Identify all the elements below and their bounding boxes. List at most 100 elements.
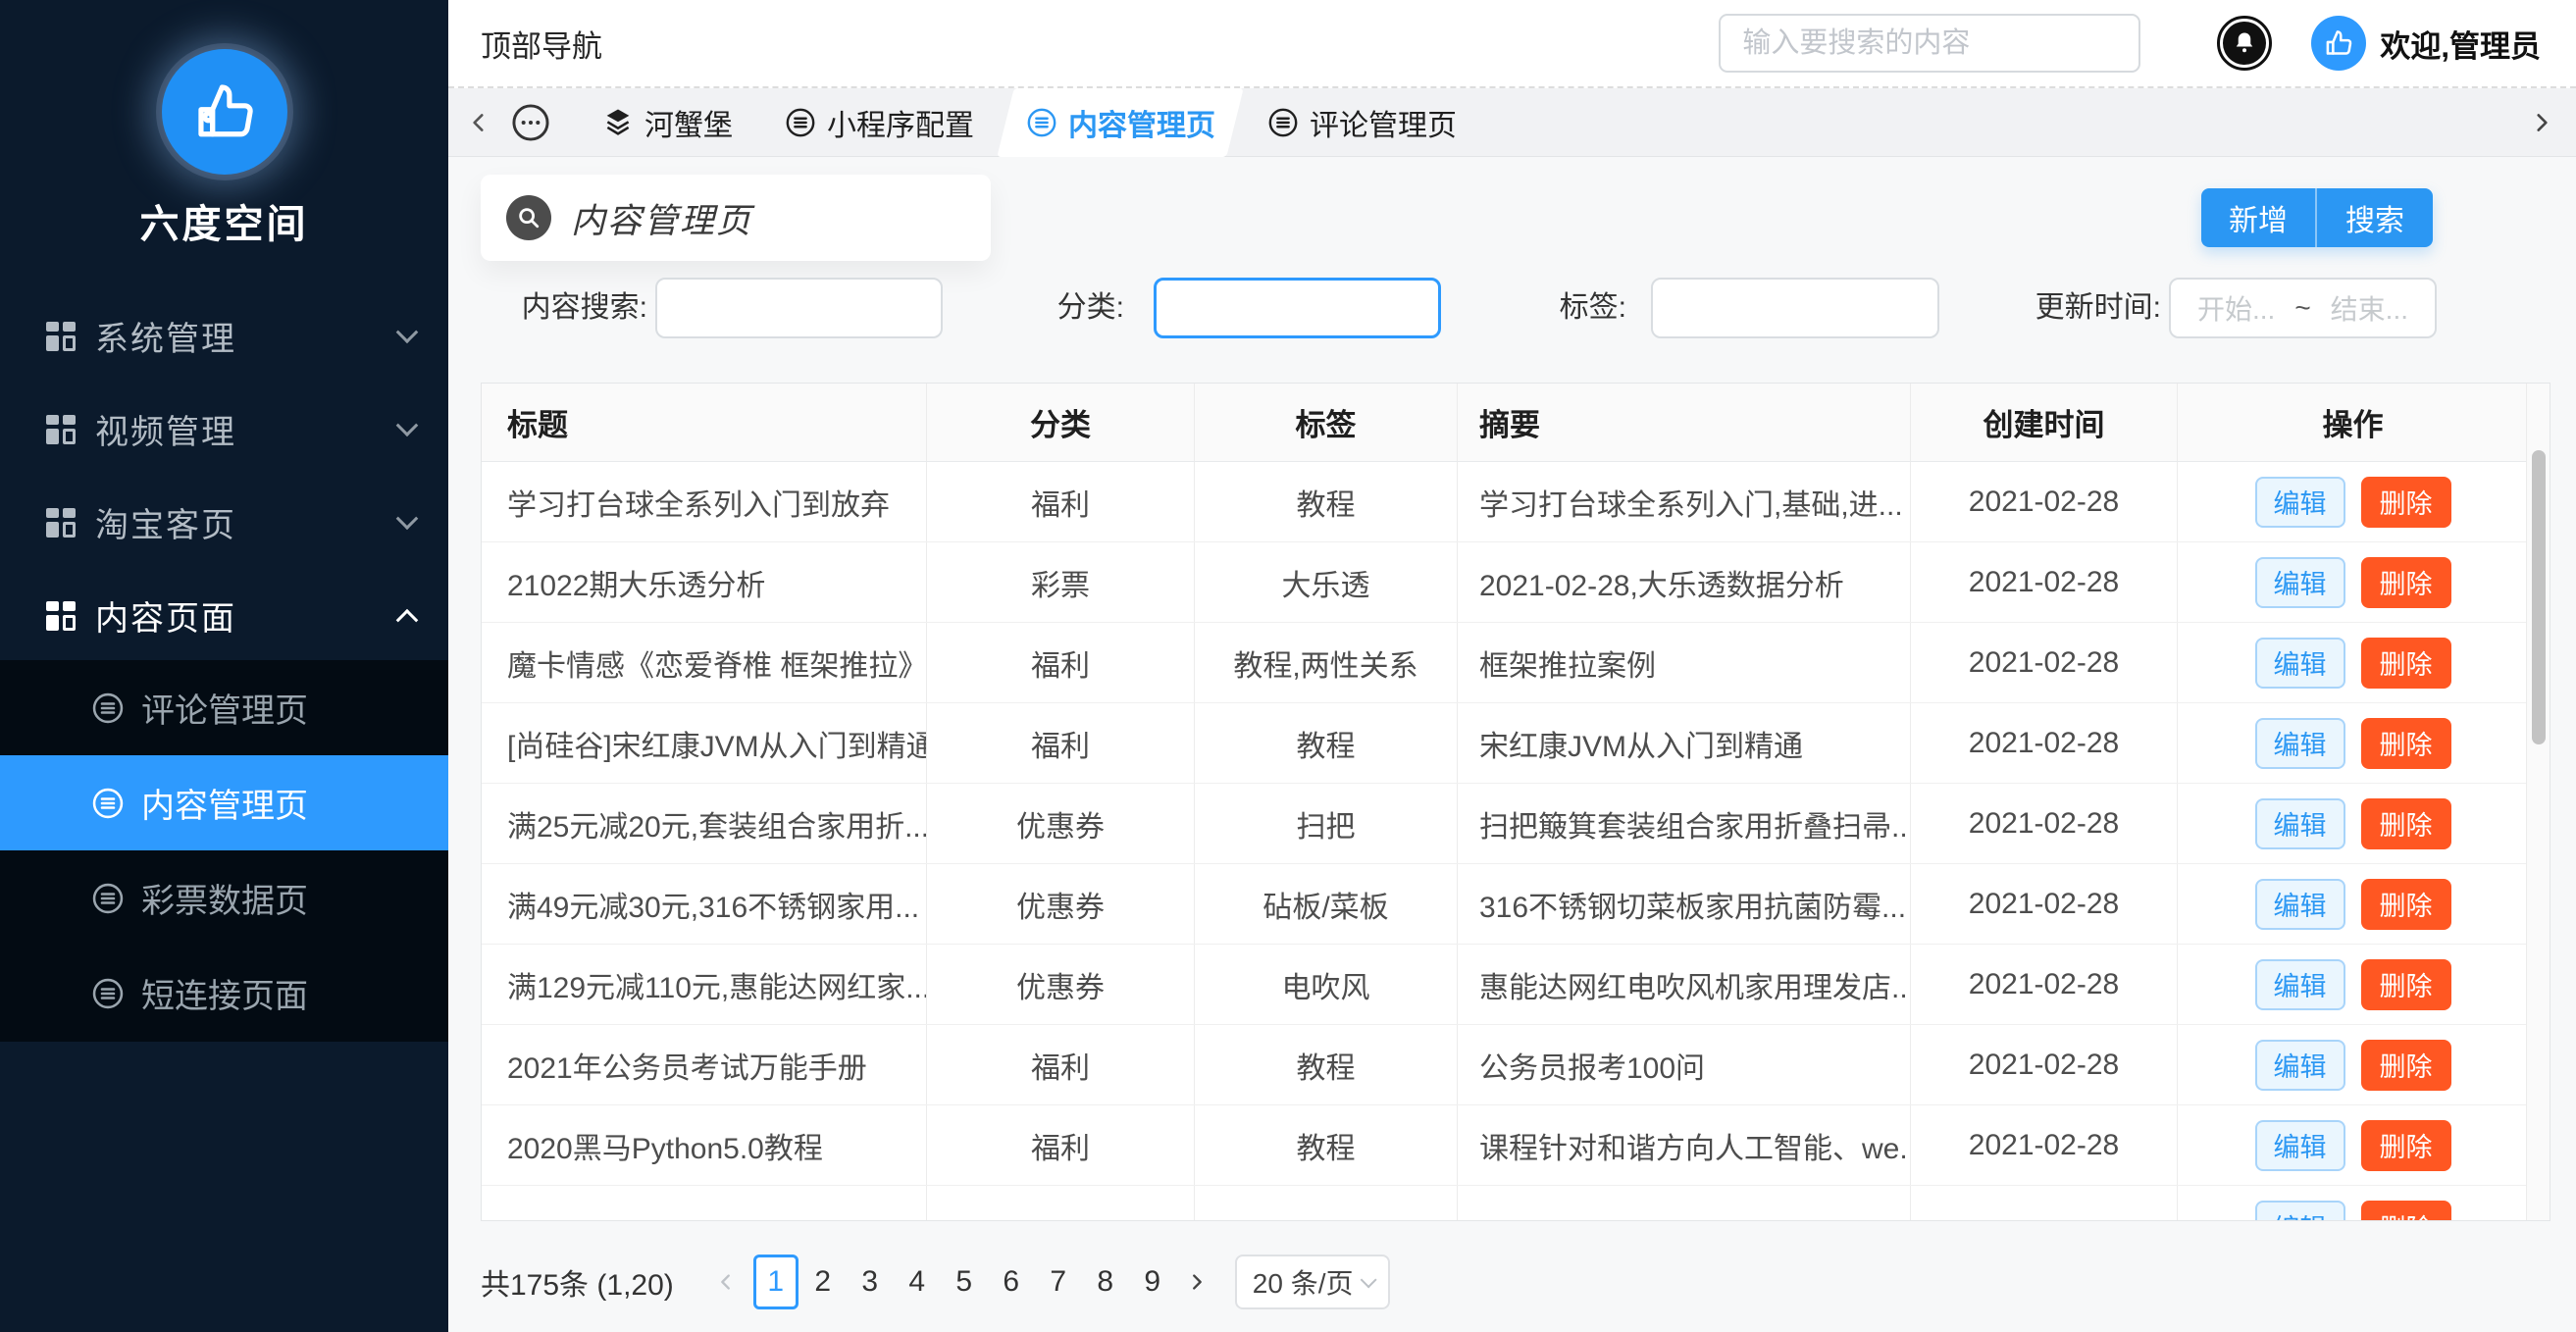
delete-button[interactable]: 删除	[2361, 638, 2451, 689]
table-row: 魔卡情感《恋爱脊椎 框架推拉》 福利 教程,两性关系 框架推拉案例 2021-0…	[482, 623, 2528, 703]
tab-label: 小程序配置	[827, 101, 974, 144]
table-row: 2020黑马Python5.0教程 福利 教程 课程针对和谐方向人工智能、we.…	[482, 1105, 2528, 1186]
edit-button[interactable]: 编辑	[2255, 557, 2345, 608]
pagination-page[interactable]: 5	[942, 1255, 987, 1309]
page-size-select[interactable]: 20 条/页	[1235, 1255, 1390, 1309]
cell-tag: 砧板/菜板	[1195, 864, 1458, 944]
edit-button[interactable]: 编辑	[2255, 879, 2345, 930]
list-circle-icon	[90, 691, 126, 726]
nav-tab[interactable]: 河蟹堡	[576, 88, 758, 157]
cell-actions: 编辑 删除	[2178, 1025, 2528, 1104]
edit-button[interactable]: 编辑	[2255, 1040, 2345, 1091]
tag-input[interactable]	[1651, 278, 1939, 338]
date-range-input[interactable]: 开始... ~ 结束...	[2169, 278, 2437, 338]
sidebar-menu-item[interactable]: 视频管理	[0, 383, 448, 476]
list-circle-icon	[1025, 106, 1058, 139]
chevron-icon	[396, 414, 419, 436]
pagination: 共175条 (1,20) 123456789 20 条/页	[481, 1254, 1390, 1310]
scrollbar-thumb[interactable]	[2532, 450, 2546, 744]
category-label: 分类:	[978, 278, 1124, 338]
page-header: 内容管理页	[481, 175, 991, 261]
cell-title: 满25元减20元,套装组合家用折...	[482, 784, 927, 863]
pagination-page[interactable]: 1	[753, 1255, 799, 1309]
sidebar-submenu-item[interactable]: 内容管理页	[0, 755, 448, 850]
nav-tab[interactable]: 评论管理页	[1241, 88, 1482, 157]
sidebar-submenu-item[interactable]: 短连接页面	[0, 946, 448, 1041]
pagination-page[interactable]: 4	[895, 1255, 940, 1309]
table-scrollbar[interactable]	[2526, 384, 2550, 1220]
delete-button[interactable]: 删除	[2361, 477, 2451, 528]
avatar[interactable]	[2311, 16, 2366, 71]
edit-button[interactable]: 编辑	[2255, 798, 2345, 849]
content-search-label: 内容搜索:	[488, 278, 647, 338]
notification-button[interactable]	[2217, 16, 2272, 71]
grid-menu-icon	[46, 322, 76, 351]
pagination-page[interactable]: 6	[989, 1255, 1034, 1309]
logo[interactable]	[0, 49, 448, 175]
pagination-page[interactable]: 3	[848, 1255, 893, 1309]
search-button[interactable]: 搜索	[2317, 188, 2433, 247]
cell-title: 满129元减110元,惠能达网红家...	[482, 945, 927, 1024]
layers-icon	[601, 106, 635, 139]
cell-actions: 编辑 删除	[2178, 784, 2528, 863]
sidebar-menu-item[interactable]: 淘宝客页	[0, 476, 448, 569]
tabs-list: 河蟹堡 小程序配置 内容管理页 评论管理页	[576, 88, 1482, 157]
tabs-scroll-left-button[interactable]	[462, 88, 495, 157]
chevron-right-icon	[2529, 110, 2554, 135]
cell-category: 福利	[927, 703, 1195, 783]
delete-button[interactable]: 删除	[2361, 1120, 2451, 1171]
chevron-icon	[396, 507, 419, 530]
table-row: 21022期大乐透分析 彩票 大乐透 2021-02-28,大乐透数据分析 20…	[482, 542, 2528, 623]
cell-tag: 教程	[1195, 703, 1458, 783]
edit-button[interactable]: 编辑	[2255, 1201, 2345, 1221]
sidebar: 六度空间 系统管理 视频管理 淘宝客页 内容页面 评论管理页	[0, 0, 448, 1332]
edit-button[interactable]: 编辑	[2255, 477, 2345, 528]
sidebar-submenu-item[interactable]: 评论管理页	[0, 660, 448, 755]
pagination-prev-button[interactable]	[711, 1271, 741, 1293]
pagination-page[interactable]: 2	[800, 1255, 846, 1309]
delete-button[interactable]: 删除	[2361, 959, 2451, 1010]
tag-label: 标签:	[1478, 278, 1626, 338]
cell-category: 福利	[927, 1105, 1195, 1185]
cell-title: 魔卡情感《恋爱脊椎 框架推拉》	[482, 623, 927, 702]
pagination-page[interactable]: 7	[1036, 1255, 1081, 1309]
cell-category: 优惠券	[927, 784, 1195, 863]
sidebar-menu-label: 系统管理	[95, 312, 236, 360]
cell-summary: 课程针对和谐方向人工智能、we...	[1458, 1105, 1911, 1185]
sidebar-submenu-item[interactable]: 彩票数据页	[0, 850, 448, 946]
content-search-input[interactable]	[655, 278, 943, 338]
sidebar-menu-item[interactable]: 系统管理	[0, 289, 448, 383]
edit-button[interactable]: 编辑	[2255, 1120, 2345, 1171]
cell-actions: 编辑 删除	[2178, 623, 2528, 702]
delete-button[interactable]: 删除	[2361, 1040, 2451, 1091]
pagination-page[interactable]: 9	[1130, 1255, 1175, 1309]
sidebar-submenu: 评论管理页 内容管理页 彩票数据页 短连接页面	[0, 660, 448, 1042]
pagination-next-button[interactable]	[1182, 1271, 1211, 1293]
sidebar-submenu-label: 内容管理页	[141, 779, 308, 827]
nav-tab[interactable]: 小程序配置	[758, 88, 1000, 157]
topbar: 顶部导航 欢迎,管理员	[448, 0, 2576, 88]
sidebar-menu-item[interactable]: 内容页面	[0, 569, 448, 662]
delete-button[interactable]: 删除	[2361, 557, 2451, 608]
delete-button[interactable]: 删除	[2361, 798, 2451, 849]
pagination-page[interactable]: 8	[1083, 1255, 1128, 1309]
category-input[interactable]	[1154, 278, 1441, 338]
cell-tag: 教程	[1195, 462, 1458, 541]
cell-actions: 编辑 删除	[2178, 462, 2528, 541]
delete-button[interactable]: 删除	[2361, 1201, 2451, 1221]
global-search-input[interactable]	[1719, 14, 2140, 73]
delete-button[interactable]: 删除	[2361, 718, 2451, 769]
edit-button[interactable]: 编辑	[2255, 959, 2345, 1010]
cell-summary: 2021-02-28,大乐透数据分析	[1458, 542, 1911, 622]
tabs-menu-button[interactable]	[509, 101, 552, 144]
delete-button[interactable]: 删除	[2361, 879, 2451, 930]
add-button[interactable]: 新增	[2201, 188, 2317, 247]
edit-button[interactable]: 编辑	[2255, 718, 2345, 769]
col-header-tag: 标签	[1195, 384, 1458, 461]
action-buttons: 新增 搜索	[2201, 188, 2433, 247]
tabs-scroll-right-button[interactable]	[2525, 88, 2558, 157]
cell-summary: 框架推拉案例	[1458, 623, 1911, 702]
edit-button[interactable]: 编辑	[2255, 638, 2345, 689]
grid-menu-icon	[46, 508, 76, 538]
nav-tab[interactable]: 内容管理页	[1000, 88, 1241, 157]
